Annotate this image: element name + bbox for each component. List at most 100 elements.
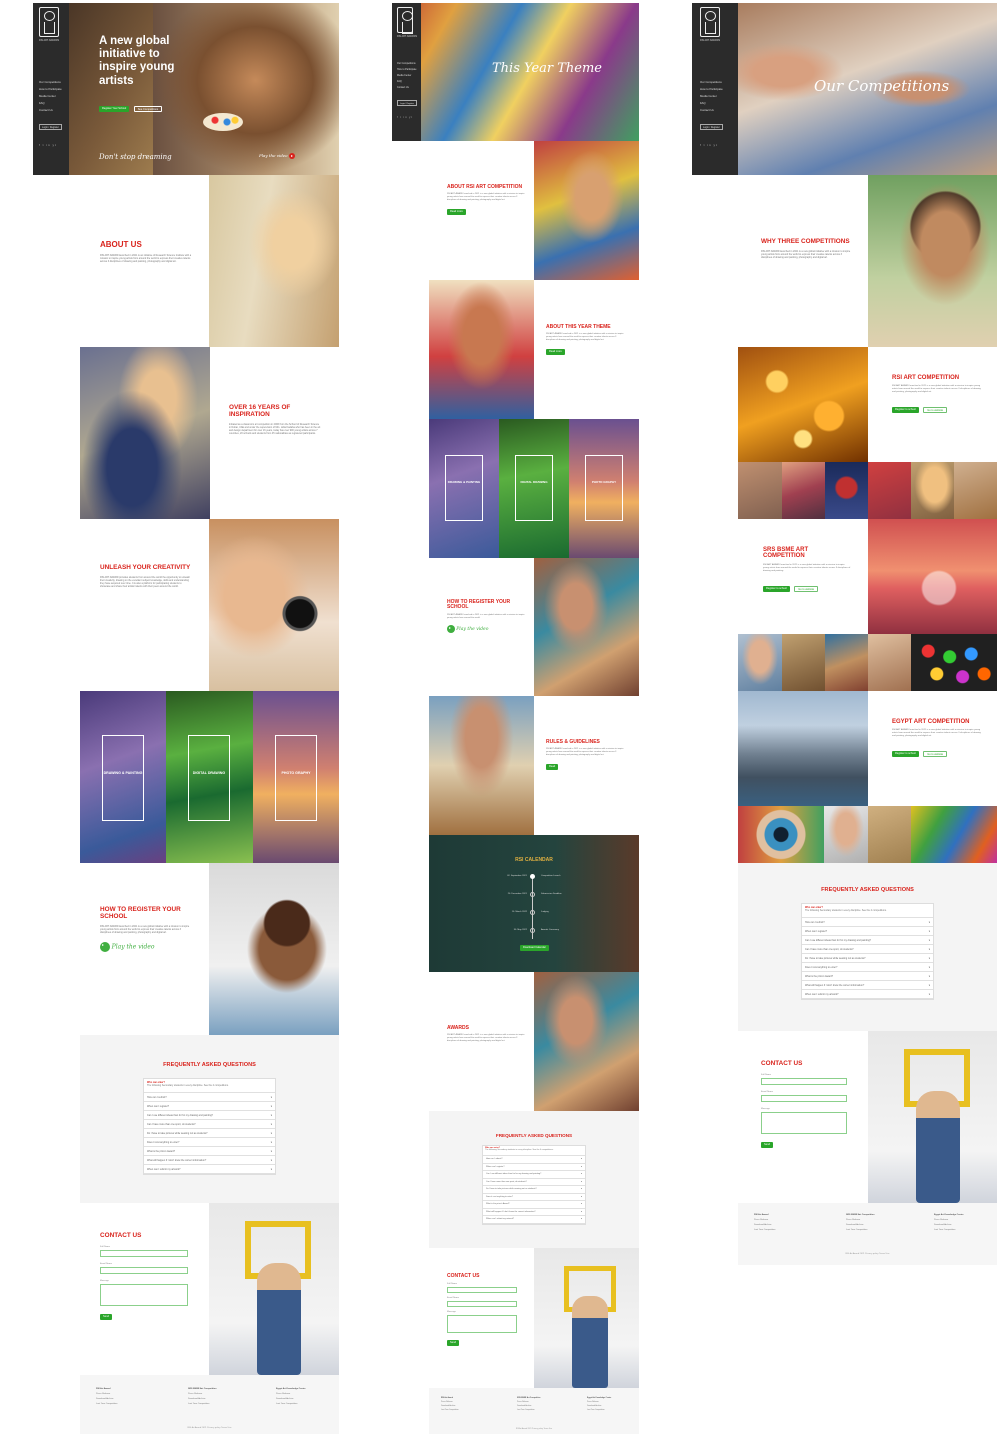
faq-item[interactable]: What will happen if I don't know the cor… [802, 981, 933, 990]
faq-item[interactable]: When can I submit my artwork? [144, 1165, 275, 1174]
faq-item[interactable]: Do I have to take pictures while wearing… [802, 954, 933, 963]
faq-item[interactable]: Can I use different ideas than for for m… [144, 1111, 275, 1120]
faq-item[interactable]: What is the prize's Award? [144, 1147, 275, 1156]
faq-item[interactable]: When can I submit my artwork? [802, 990, 933, 999]
faq-item[interactable]: Does it cost anything to enter? [483, 1194, 585, 1201]
category-drawing[interactable]: DRAWING & PAINTING [429, 419, 499, 558]
send-button[interactable]: Send [100, 1313, 113, 1320]
nav-item[interactable]: Our Competitions [39, 79, 62, 86]
inspiration-text: OVER 16 YEARS OF INSPIRATION Initiated a… [229, 404, 321, 435]
faq-item[interactable]: Can I have more than one sport, do stude… [802, 945, 933, 954]
register-school-button[interactable]: Register to school [892, 751, 919, 758]
hero-play[interactable]: Play the video [259, 153, 295, 159]
faq-item[interactable]: Do I have to take pictures while wearing… [483, 1186, 585, 1194]
faq-item-open[interactable]: Who can enter? The following Secondary st… [144, 1079, 275, 1093]
play-icon[interactable] [447, 625, 455, 634]
faq-item-open[interactable]: Who can enter? The following Secondary st… [483, 1146, 585, 1156]
copyright: RSI Art Award 2021 Privacy policy Terms … [845, 1253, 890, 1255]
awards-section: AWARDS RSI ART AWARD launched in 2021 is… [392, 972, 639, 1111]
social-icons[interactable]: f t in yt [397, 116, 413, 119]
social-icons[interactable]: f t in yt [39, 143, 57, 147]
footer-col: RSI Art Award Press Release Download Archi… [754, 1214, 776, 1231]
faq-item[interactable]: Can I have more than one sport, do stude… [483, 1179, 585, 1186]
inspiration-title: OVER 16 YEARS OF INSPIRATION [229, 404, 291, 418]
faq-item[interactable]: Does it cost anything to enter? [144, 1138, 275, 1147]
faq-item[interactable]: Do I have to take pictures while wearing… [144, 1129, 275, 1138]
faq-item[interactable]: How can I submit? [144, 1093, 275, 1102]
faq-item[interactable]: What will happen if I don't know the cor… [483, 1209, 585, 1216]
message-input[interactable] [447, 1315, 517, 1334]
read-more-button[interactable]: Read more [546, 348, 565, 355]
email-input[interactable] [761, 1094, 847, 1102]
send-button[interactable]: Send [447, 1340, 460, 1347]
faq-item[interactable]: Does it cost anything to enter? [802, 963, 933, 972]
inspiration-photo [80, 347, 210, 519]
faq-item[interactable]: How can I submit? [802, 918, 933, 927]
category-drawing[interactable]: DRAWING & PAINTING [80, 691, 166, 863]
see-competitions-button[interactable]: See Competitions [133, 106, 163, 112]
email-input[interactable] [447, 1301, 517, 1308]
nav-item[interactable]: How to Participate [700, 86, 723, 93]
rules-button[interactable]: Read [546, 763, 559, 770]
faq-item[interactable]: When can I register? [483, 1164, 585, 1171]
brand-logo[interactable] [700, 7, 720, 37]
register-play[interactable]: Play the video [447, 625, 525, 634]
hero-buttons: Register Your School See Competitions [99, 99, 163, 117]
login-button[interactable]: Login / Register [700, 124, 723, 130]
faq-item[interactable]: Can I have more than one sport, do stude… [144, 1120, 275, 1129]
faq-item[interactable]: What will happen if I don't know the cor… [144, 1156, 275, 1165]
nav-item[interactable]: Contact Us [397, 85, 416, 91]
message-input[interactable] [100, 1283, 188, 1306]
faq-item[interactable]: When can I submit my artwork? [483, 1216, 585, 1224]
faq-item[interactable]: What is the prize's Award? [802, 972, 933, 981]
faq-item[interactable]: Can I use different ideas than for for m… [483, 1171, 585, 1179]
faq-item-open[interactable]: Who can enter? The following Secondary st… [802, 904, 933, 918]
faq-list: Who can enter? The following Secondary st… [482, 1145, 586, 1225]
nav-item[interactable]: Contact Us [39, 107, 62, 114]
brand-logo[interactable] [397, 7, 413, 34]
message-input[interactable] [761, 1111, 847, 1134]
register-body: RSI ART AWARD launched in 2021 is a new … [447, 613, 525, 619]
read-more-button[interactable]: Read more [447, 208, 466, 215]
faq-item[interactable]: What is the prize's Award? [483, 1201, 585, 1209]
faq-item[interactable]: How can I submit? [483, 1156, 585, 1164]
nav-item[interactable]: Media Center [700, 93, 723, 100]
field-label: Email Name [447, 1297, 459, 1300]
category-photography[interactable]: PHOTO GRAPHY [253, 691, 339, 863]
gallery-image [868, 462, 911, 519]
email-input[interactable] [100, 1266, 188, 1274]
nav-item[interactable]: Media Center [39, 93, 62, 100]
field-label: Full Name [761, 1073, 771, 1076]
send-button[interactable]: Send [761, 1141, 774, 1148]
go-to-website-button[interactable]: Go to website [923, 751, 948, 758]
nav-item[interactable]: FAQ [700, 100, 723, 107]
full-name-input[interactable] [447, 1287, 517, 1294]
register-school-button[interactable]: Register to school [763, 585, 790, 592]
go-to-website-button[interactable]: Go to website [923, 407, 948, 414]
register-school-button[interactable]: Register to school [892, 407, 919, 414]
faq-item[interactable]: When can I register? [802, 927, 933, 936]
brand-logo[interactable] [39, 7, 59, 37]
download-calendar-button[interactable]: Download Calendar [520, 945, 549, 951]
social-icons[interactable]: f t in yt [700, 143, 718, 147]
full-name-input[interactable] [761, 1077, 847, 1085]
gallery-image [825, 462, 868, 519]
category-digital[interactable]: DIGITAL DRAWING [166, 691, 253, 863]
faq-item[interactable]: Can I use different ideas than for for m… [802, 936, 933, 945]
go-to-website-button[interactable]: Go to website [794, 585, 819, 592]
full-name-input[interactable] [100, 1249, 188, 1257]
login-button[interactable]: Login / Register [397, 100, 418, 106]
category-digital[interactable]: DIGITAL DRAWING [499, 419, 569, 558]
category-photography[interactable]: PHOTO GRAPHY [569, 419, 639, 558]
play-icon[interactable] [100, 942, 110, 953]
register-play[interactable]: Play the video [100, 942, 192, 953]
register-school-button[interactable]: Register Your School [99, 106, 130, 112]
faq-item[interactable]: When can I register? [144, 1102, 275, 1111]
login-button[interactable]: Login / Register [39, 124, 62, 130]
nav-item[interactable]: Our Competitions [700, 79, 723, 86]
categories-section: DRAWING & PAINTING DIGITAL DRAWING PHOTO… [80, 691, 339, 863]
nav-item[interactable]: How to Participate [39, 86, 62, 93]
nav-item[interactable]: FAQ [39, 100, 62, 107]
play-icon[interactable] [288, 153, 295, 159]
nav-item[interactable]: Contact Us [700, 107, 723, 114]
